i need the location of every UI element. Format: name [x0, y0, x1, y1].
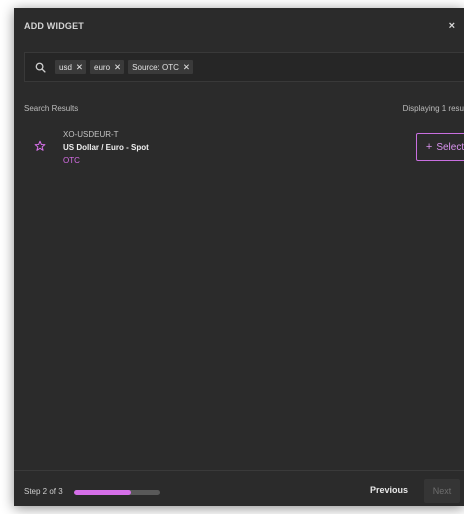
select-button[interactable]: + Select — [416, 133, 464, 161]
search-icon — [33, 60, 47, 74]
search-filter-bar[interactable]: usd ✕ euro ✕ Source: OTC ✕ — [24, 52, 464, 82]
next-button: Next — [424, 479, 460, 503]
list-item: XO-USDEUR-T US Dollar / Euro - Spot OTC … — [24, 122, 464, 172]
chip-label: usd — [59, 62, 72, 72]
star-icon[interactable] — [34, 139, 46, 151]
dialog-header: ADD WIDGET × — [14, 8, 464, 44]
remove-chip-usd-button[interactable]: ✕ — [76, 62, 83, 73]
select-label: Select — [436, 141, 464, 153]
results-count: Displaying 1 result — [402, 104, 464, 113]
filter-chip-usd: usd ✕ — [55, 60, 87, 74]
remove-chip-euro-button[interactable]: ✕ — [114, 62, 121, 73]
plus-icon: + — [425, 141, 433, 153]
instrument-name: US Dollar / Euro - Spot — [63, 143, 149, 152]
previous-button[interactable]: Previous — [370, 485, 408, 495]
dialog-title: ADD WIDGET — [24, 21, 84, 31]
results-heading: Search Results — [24, 104, 79, 113]
close-button[interactable]: × — [449, 20, 455, 32]
filter-chip-euro: euro ✕ — [90, 60, 125, 74]
add-widget-dialog: ADD WIDGET × usd ✕ euro ✕ Source: OTC ✕ … — [14, 8, 464, 506]
chip-label: euro — [94, 62, 111, 72]
chip-label: Source: OTC — [132, 62, 179, 72]
step-progress-fill — [74, 490, 132, 495]
filter-chip-source: Source: OTC ✕ — [128, 60, 193, 74]
step-indicator: Step 2 of 3 — [24, 487, 63, 496]
instrument-source: OTC — [63, 156, 80, 165]
step-progress-bar — [74, 490, 160, 495]
remove-chip-source-button[interactable]: ✕ — [183, 62, 190, 73]
instrument-symbol: XO-USDEUR-T — [63, 130, 119, 139]
dialog-footer: Step 2 of 3 Previous Next — [14, 470, 464, 506]
results-summary: Search Results Displaying 1 result — [24, 104, 464, 113]
